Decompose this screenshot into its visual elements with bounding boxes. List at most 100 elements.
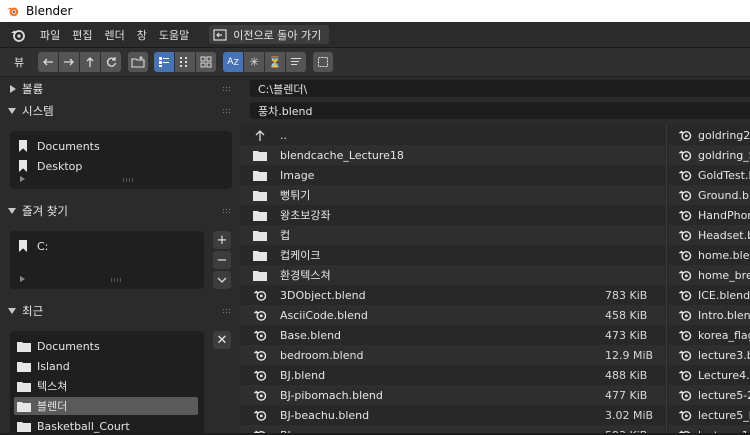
recent-item-island[interactable]: Island: [14, 357, 70, 375]
drag-grip-icon[interactable]: [222, 86, 232, 92]
file-name: BJ-pibomach.blend: [280, 388, 383, 402]
file-row[interactable]: BJ-pibomach.blend 477 KiB: [240, 385, 665, 405]
file-row[interactable]: korea_flag.: [668, 325, 750, 345]
file-row[interactable]: GoldTest.b: [668, 165, 750, 185]
file-row[interactable]: lecture5_h: [668, 405, 750, 425]
system-panel-header[interactable]: 시스템: [0, 101, 240, 121]
recent-panel-header[interactable]: 최근: [0, 301, 240, 321]
favorite-item-c[interactable]: C:: [14, 237, 48, 255]
favorites-list: C:: [10, 231, 204, 289]
recent-item-blender[interactable]: 블렌더: [14, 397, 198, 415]
horizontal-list-icon[interactable]: [175, 52, 196, 72]
file-row[interactable]: AsciiCode.blend 458 KiB: [240, 305, 665, 325]
back-to-previous-button[interactable]: 이전으로 돌아 가기: [209, 25, 330, 44]
file-row[interactable]: 왕초보강좌: [240, 205, 665, 225]
recent-item-documents[interactable]: Documents: [14, 337, 100, 355]
menu-file[interactable]: 파일: [34, 27, 66, 43]
expand-list-icon[interactable]: [20, 176, 25, 182]
sort-by-size-icon[interactable]: [286, 52, 307, 72]
drag-grip-icon[interactable]: [222, 308, 232, 314]
parent-directory-icon[interactable]: [80, 52, 101, 72]
file-row[interactable]: blendcache_Lecture18: [240, 145, 665, 165]
back-screen-icon: [213, 28, 227, 41]
sort-by-time-icon[interactable]: ⏳: [265, 52, 286, 72]
sort-alphabetical-icon[interactable]: AZ: [223, 52, 244, 72]
file-row[interactable]: Intro.blend: [668, 305, 750, 325]
menu-help[interactable]: 도움말: [153, 27, 195, 43]
file-row[interactable]: 환경텍스쳐: [240, 265, 665, 285]
blend-file-icon: [250, 348, 270, 362]
file-row[interactable]: ..: [240, 125, 665, 145]
file-row[interactable]: home_bren: [668, 265, 750, 285]
forward-arrow-icon[interactable]: [59, 52, 80, 72]
file-row[interactable]: BJ.blend 488 KiB: [240, 365, 665, 385]
filter-icon[interactable]: [313, 52, 334, 72]
system-item-desktop[interactable]: Desktop: [14, 157, 82, 175]
filename-field[interactable]: 풍차.blend: [250, 102, 750, 119]
directory-path-field[interactable]: C:\블렌더\: [250, 80, 750, 97]
file-row[interactable]: Lecture4.bl: [668, 365, 750, 385]
menu-edit[interactable]: 편집: [66, 27, 98, 43]
file-row[interactable]: goldring_Sl: [668, 145, 750, 165]
recent-item-basketball-court[interactable]: Basketball_Court: [14, 417, 130, 435]
back-arrow-icon[interactable]: [38, 52, 59, 72]
recent-item-texture[interactable]: 텍스쳐: [14, 377, 67, 395]
file-name: Lecture4.bl: [698, 368, 750, 382]
clear-recent-button[interactable]: ✕: [213, 331, 231, 349]
remove-bookmark-button[interactable]: −: [213, 251, 231, 269]
list-item-label: Desktop: [37, 159, 83, 173]
file-row[interactable]: lecture3.bl: [668, 345, 750, 365]
folder-icon: [250, 250, 270, 261]
refresh-icon[interactable]: [101, 52, 122, 72]
file-size: 477 KiB: [605, 388, 648, 402]
menu-window[interactable]: 창: [131, 27, 153, 43]
file-row[interactable]: 뻥튀기: [240, 185, 665, 205]
volumes-panel-header[interactable]: 볼륨: [0, 79, 240, 99]
file-row[interactable]: goldring2.b: [668, 125, 750, 145]
favorites-panel-header[interactable]: 즐겨 찾기: [0, 201, 240, 221]
file-row[interactable]: ICE.blend: [668, 285, 750, 305]
folder-icon: [17, 401, 31, 412]
list-item-label: 텍스쳐: [37, 380, 68, 393]
resize-grip-icon[interactable]: [122, 178, 134, 182]
view-menu[interactable]: 뷰: [14, 54, 24, 70]
file-row[interactable]: Base.blend 473 KiB: [240, 325, 665, 345]
system-item-documents[interactable]: Documents: [14, 137, 100, 155]
file-row[interactable]: HandPhone: [668, 205, 750, 225]
drag-grip-icon[interactable]: [222, 108, 232, 114]
new-folder-icon[interactable]: [128, 52, 149, 72]
file-name: 컵: [280, 229, 291, 242]
file-row[interactable]: 컵케이크: [240, 245, 665, 265]
resize-grip-icon[interactable]: [110, 278, 122, 282]
file-list: .. blendcache_Lecture18 Image 뻥튀기왕초보강좌컵컵케이크…: [240, 125, 750, 433]
bookmark-options-button[interactable]: [213, 271, 231, 289]
list-item-label: Documents: [37, 139, 100, 153]
file-row[interactable]: Headset.bl: [668, 225, 750, 245]
menu-render[interactable]: 렌더: [99, 27, 131, 43]
vertical-list-icon[interactable]: [154, 52, 175, 72]
file-row[interactable]: home.blen: [668, 245, 750, 265]
file-row[interactable]: lecture5-2: [668, 385, 750, 405]
file-row[interactable]: Ground.ble: [668, 185, 750, 205]
file-name: goldring2.b: [698, 128, 750, 142]
file-row[interactable]: lecture_1: [668, 425, 750, 433]
file-row[interactable]: 3DObject.blend 783 KiB: [240, 285, 665, 305]
sort-by-extension-icon[interactable]: ✳: [244, 52, 265, 72]
file-row[interactable]: BJ-...593 KiB: [240, 425, 665, 433]
blend-file-icon: [678, 208, 692, 222]
file-size: 488 KiB: [605, 368, 648, 382]
file-row[interactable]: BJ-beachu.blend 3.02 MiB: [240, 405, 665, 425]
file-name: 뻥튀기: [280, 189, 311, 202]
blender-menu-icon[interactable]: [10, 27, 26, 43]
file-size: 783 KiB: [605, 288, 648, 302]
file-row[interactable]: Image: [240, 165, 665, 185]
expand-list-icon[interactable]: [20, 276, 25, 282]
add-bookmark-button[interactable]: +: [213, 231, 231, 249]
blend-file-icon: [678, 188, 692, 202]
folder-icon: [250, 190, 270, 201]
file-row[interactable]: 컵: [240, 225, 665, 245]
file-row[interactable]: bedroom.blend 12.9 MiB: [240, 345, 665, 365]
thumbnails-icon[interactable]: [196, 52, 217, 72]
drag-grip-icon[interactable]: [222, 208, 232, 214]
collapse-triangle-icon: [10, 85, 16, 93]
